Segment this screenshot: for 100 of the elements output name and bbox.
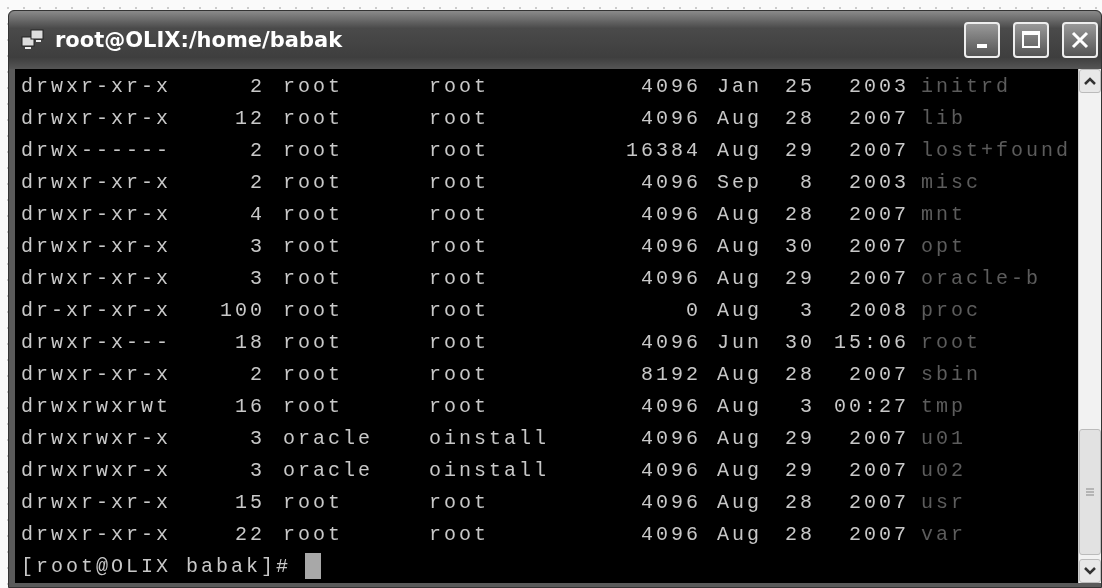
size-text: 4096	[640, 458, 701, 482]
close-button[interactable]	[1062, 22, 1098, 58]
link-count: 22	[234, 522, 265, 546]
time-text: 00:27	[833, 394, 909, 418]
month-text: Aug	[716, 522, 763, 546]
group-text: root	[429, 522, 490, 546]
month-text: Jan	[716, 74, 763, 98]
day-text: 28	[784, 490, 815, 514]
day-text: 28	[784, 362, 815, 386]
scroll-up-button[interactable]	[1079, 69, 1101, 93]
day-text: 25	[784, 74, 815, 98]
close-icon	[1070, 30, 1090, 50]
month-text: Aug	[716, 394, 763, 418]
permissions-text: drwxr-x---	[21, 330, 173, 354]
permissions-text: drwxr-xr-x	[21, 106, 173, 130]
size-text: 4096	[640, 522, 701, 546]
month-text: Aug	[716, 202, 763, 226]
group-text: root	[429, 138, 490, 162]
day-text: 3	[799, 298, 815, 322]
time-text: 2007	[848, 266, 909, 290]
day-text: 28	[784, 202, 815, 226]
file-name: proc	[920, 298, 982, 322]
month-text: Aug	[716, 362, 763, 386]
owner-text: root	[282, 298, 344, 322]
permissions-text: drwxr-xr-x	[21, 362, 173, 386]
size-text: 4096	[640, 106, 701, 130]
permissions-text: drwxr-xr-x	[21, 202, 173, 226]
file-name: u02	[920, 458, 967, 482]
link-count: 3	[249, 234, 265, 258]
scroll-thumb[interactable]	[1079, 429, 1101, 555]
size-text: 4096	[640, 330, 701, 354]
size-text: 4096	[640, 426, 701, 450]
owner-text: root	[282, 490, 344, 514]
size-text: 4096	[640, 170, 701, 194]
maximize-button[interactable]	[1013, 22, 1049, 58]
month-text: Aug	[716, 106, 763, 130]
file-name: lib	[920, 106, 967, 130]
day-text: 3	[799, 394, 815, 418]
group-text: root	[429, 490, 490, 514]
size-text: 4096	[640, 490, 701, 514]
link-count: 3	[249, 426, 265, 450]
month-text: Aug	[716, 138, 763, 162]
group-text: root	[429, 234, 490, 258]
file-name: misc	[920, 170, 982, 194]
time-text: 2007	[848, 490, 909, 514]
time-text: 2007	[848, 522, 909, 546]
file-name: var	[920, 522, 967, 546]
minimize-button[interactable]	[964, 22, 1000, 58]
link-count: 2	[249, 170, 265, 194]
owner-text: root	[282, 106, 344, 130]
link-count: 15	[234, 490, 265, 514]
permissions-text: dr-xr-xr-x	[21, 298, 173, 322]
permissions-text: drwxrwxr-x	[21, 426, 173, 450]
time-text: 2007	[848, 106, 909, 130]
owner-text: root	[282, 138, 344, 162]
time-text: 2007	[848, 426, 909, 450]
time-text: 2007	[848, 202, 909, 226]
owner-text: root	[282, 266, 344, 290]
time-text: 2007	[848, 362, 909, 386]
link-count: 2	[249, 362, 265, 386]
group-text: root	[429, 266, 490, 290]
link-count: 16	[234, 394, 265, 418]
file-name: opt	[920, 234, 967, 258]
day-text: 29	[784, 426, 815, 450]
month-text: Aug	[716, 426, 763, 450]
chevron-up-icon	[1083, 76, 1097, 86]
file-name: usr	[920, 490, 967, 514]
size-text: 16384	[625, 138, 701, 162]
permissions-text: drwxr-xr-x	[21, 234, 173, 258]
day-text: 30	[784, 330, 815, 354]
permissions-text: drwxr-xr-x	[21, 522, 173, 546]
group-text: oinstall	[429, 426, 550, 450]
month-text: Sep	[716, 170, 763, 194]
file-name: root	[920, 330, 982, 354]
permissions-text: drwx------	[21, 138, 173, 162]
file-name: mnt	[920, 202, 967, 226]
size-text: 4096	[640, 394, 701, 418]
day-text: 8	[799, 170, 815, 194]
permissions-text: drwxrwxr-x	[21, 458, 173, 482]
day-text: 29	[784, 138, 815, 162]
permissions-text: drwxr-xr-x	[21, 170, 173, 194]
owner-text: root	[282, 170, 344, 194]
scroll-down-button[interactable]	[1079, 559, 1101, 583]
minimize-icon	[977, 44, 987, 48]
link-count: 18	[234, 330, 265, 354]
month-text: Aug	[716, 298, 763, 322]
size-text: 4096	[640, 202, 701, 226]
link-count: 4	[249, 202, 265, 226]
window-title: root@OLIX:/home/babak	[55, 28, 344, 52]
owner-text: root	[282, 362, 344, 386]
group-text: root	[429, 330, 490, 354]
permissions-text: drwxr-xr-x	[21, 74, 173, 98]
group-text: oinstall	[429, 458, 550, 482]
month-text: Aug	[716, 490, 763, 514]
computers-icon	[21, 29, 45, 51]
size-text: 4096	[640, 266, 701, 290]
group-text: root	[429, 106, 490, 130]
group-text: root	[429, 202, 490, 226]
day-text: 30	[784, 234, 815, 258]
file-name: lost+found	[920, 138, 1073, 162]
